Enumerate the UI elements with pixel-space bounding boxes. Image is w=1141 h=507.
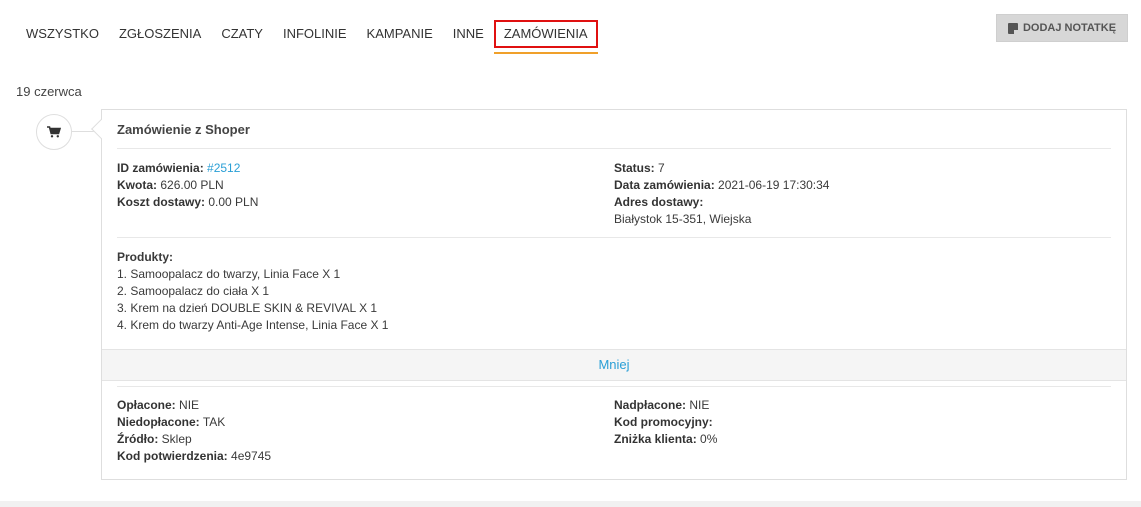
source-label: Źródło:: [117, 432, 159, 446]
underpaid-value: TAK: [202, 415, 226, 429]
discount-label: Zniżka klienta:: [614, 432, 697, 446]
source-row: Źródło: Sklep: [117, 431, 192, 448]
amount-row: Kwota: 626.00 PLN: [117, 177, 224, 194]
tab-wszystko[interactable]: WSZYSTKO: [16, 20, 109, 48]
tab-kampanie[interactable]: KAMPANIE: [357, 20, 443, 48]
note-icon: [1007, 22, 1018, 34]
tab-zamowienia[interactable]: ZAMÓWIENIA: [493, 20, 598, 54]
underpaid-label: Niedopłacone:: [117, 415, 200, 429]
status-row: Status: 7: [614, 160, 665, 177]
add-note-label: DODAJ NOTATKĘ: [1022, 22, 1117, 34]
tab-infolinie[interactable]: INFOLINIE: [273, 20, 357, 48]
product-item: 1. Samoopalacz do twarzy, Linia Face X 1: [117, 267, 341, 281]
divider: [117, 148, 1111, 149]
confirm-code-label: Kod potwierdzenia:: [117, 449, 228, 463]
overpaid-row: Nadpłacone: NIE: [614, 397, 709, 414]
promo-label: Kod promocyjny:: [614, 415, 713, 429]
order-date-row: Data zamówienia: 2021-06-19 17:30:34: [614, 177, 829, 194]
timeline-date: 19 czerwca: [16, 84, 82, 99]
product-item: 3. Krem na dzień DOUBLE SKIN & REVIVAL X…: [117, 301, 378, 315]
tab-zgloszenia[interactable]: ZGŁOSZENIA: [109, 20, 211, 48]
paid-label: Opłacone:: [117, 398, 176, 412]
shipping-row: Koszt dostawy: 0.00 PLN: [117, 194, 258, 211]
order-id-row: ID zamówienia: #2512: [117, 160, 240, 177]
product-item: 4. Krem do twarzy Anti-Age Intense, Lini…: [117, 318, 389, 332]
order-id-link[interactable]: #2512: [207, 161, 240, 175]
paid-row: Opłacone: NIE: [117, 397, 199, 414]
address-value: Białystok 15-351, Wiejska: [614, 212, 752, 226]
promo-row: Kod promocyjny:: [614, 414, 713, 431]
underpaid-row: Niedopłacone: TAK: [117, 414, 225, 431]
overpaid-label: Nadpłacone:: [614, 398, 687, 412]
confirm-code-row: Kod potwierdzenia: 4e9745: [117, 448, 271, 465]
cart-icon: [47, 126, 61, 138]
main-panel: WSZYSTKO ZGŁOSZENIA CZATY INFOLINIE KAMP…: [0, 0, 1141, 501]
products-section: Produkty: 1. Samoopalacz do twarzy, Lini…: [117, 249, 388, 334]
order-date-label: Data zamówienia:: [614, 178, 715, 192]
divider: [117, 237, 1111, 238]
timeline-item-icon: [36, 114, 72, 150]
show-less-button[interactable]: Mniej: [102, 349, 1126, 381]
overpaid-value: NIE: [689, 398, 710, 412]
divider: [117, 386, 1111, 387]
order-card-title: Zamówienie z Shoper: [117, 122, 250, 137]
products-label: Produkty:: [117, 250, 174, 264]
address-label-row: Adres dostawy:: [614, 194, 703, 211]
add-note-button[interactable]: DODAJ NOTATKĘ: [996, 14, 1128, 42]
amount-label: Kwota:: [117, 178, 157, 192]
activity-tabs: WSZYSTKO ZGŁOSZENIA CZATY INFOLINIE KAMP…: [16, 20, 598, 54]
paid-value: NIE: [179, 398, 200, 412]
address-label: Adres dostawy:: [614, 195, 704, 209]
tab-inne[interactable]: INNE: [443, 20, 494, 48]
amount-value: 626.00 PLN: [160, 178, 224, 192]
order-id-label: ID zamówienia:: [117, 161, 204, 175]
shipping-label: Koszt dostawy:: [117, 195, 206, 209]
status-value: 7: [658, 161, 665, 175]
discount-row: Zniżka klienta: 0%: [614, 431, 717, 448]
source-value: Sklep: [161, 432, 192, 446]
confirm-code-value: 4e9745: [231, 449, 272, 463]
order-date-value: 2021-06-19 17:30:34: [718, 178, 830, 192]
order-card: Zamówienie z Shoper ID zamówienia: #2512…: [101, 109, 1127, 480]
shipping-value: 0.00 PLN: [208, 195, 259, 209]
status-label: Status:: [614, 161, 655, 175]
product-item: 2. Samoopalacz do ciała X 1: [117, 284, 270, 298]
tab-czaty[interactable]: CZATY: [211, 20, 273, 48]
discount-value: 0%: [700, 432, 718, 446]
